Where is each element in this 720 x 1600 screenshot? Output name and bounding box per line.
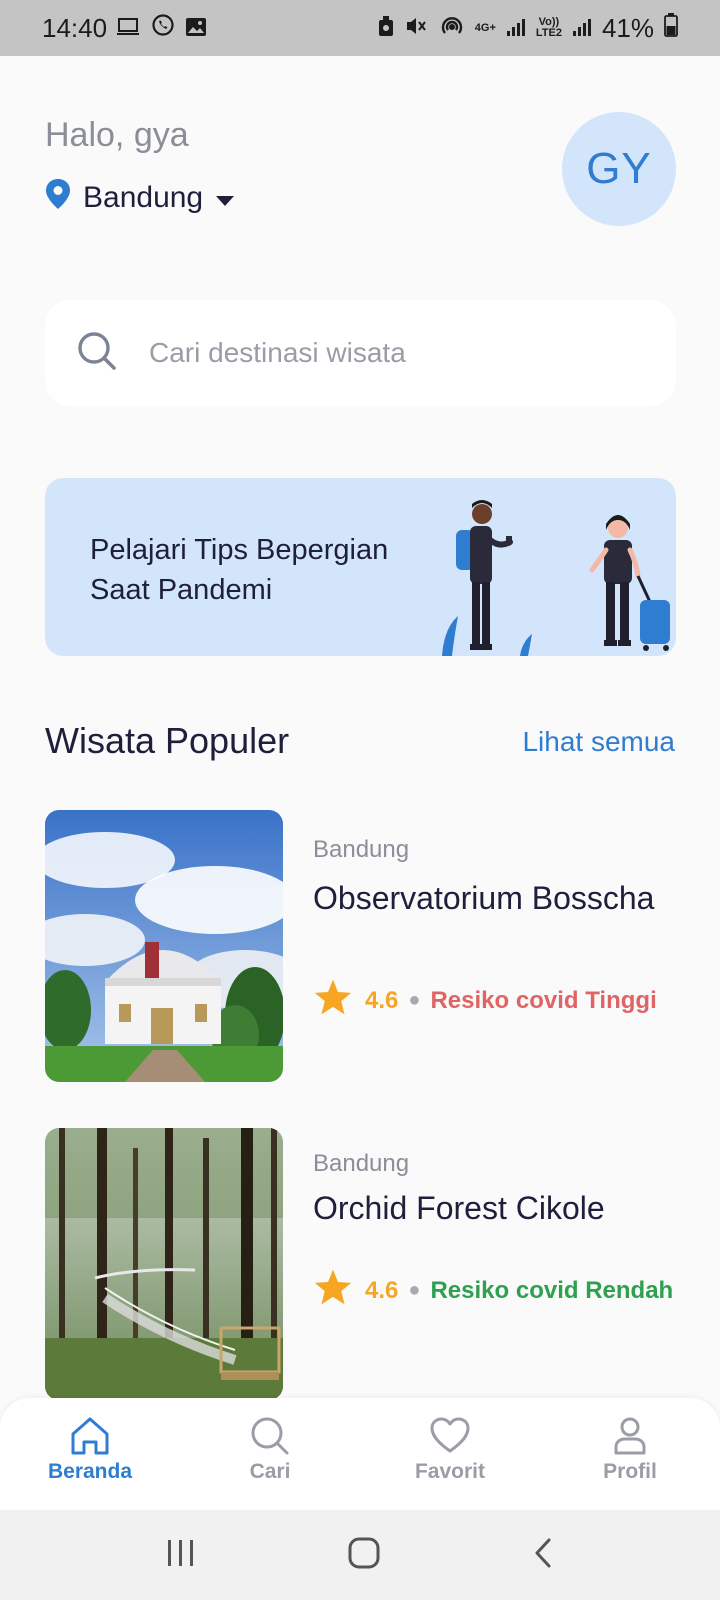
star-icon — [313, 978, 353, 1023]
bottom-navigation: Beranda Cari Favorit Profil — [0, 1398, 720, 1510]
search-icon — [77, 331, 117, 376]
signal-icon — [506, 13, 526, 44]
nav-item-beranda[interactable]: Beranda — [0, 1398, 180, 1510]
nav-item-favorit[interactable]: Favorit — [360, 1398, 540, 1510]
destination-image — [45, 1128, 283, 1400]
destination-meta: 4.6 ● Resiko covid Rendah — [313, 1268, 673, 1313]
nav-label: Cari — [249, 1460, 291, 1483]
volte-indicator: Vo)) LTE2 — [535, 16, 562, 39]
cast-icon — [117, 13, 141, 44]
destination-card[interactable]: Bandung Observatorium Bosscha 4.6 ● Resi… — [45, 810, 676, 1082]
rating-value: 4.6 — [365, 986, 399, 1014]
whatsapp-icon — [151, 13, 175, 44]
destination-card[interactable]: Bandung Orchid Forest Cikole 4.6 ● Resik… — [45, 1128, 676, 1400]
alarm-icon — [377, 13, 395, 44]
nav-item-cari[interactable]: Cari — [180, 1398, 360, 1510]
battery-icon — [664, 12, 678, 44]
nav-item-profil[interactable]: Profil — [540, 1398, 720, 1510]
system-navigation-bar — [0, 1510, 720, 1600]
covid-risk-label: Resiko covid Rendah — [430, 1276, 674, 1304]
location-selector[interactable]: Bandung — [45, 178, 235, 218]
search-icon — [251, 1417, 289, 1455]
back-icon[interactable] — [531, 1536, 555, 1575]
separator-dot: ● — [408, 989, 421, 1011]
nav-label: Profil — [603, 1460, 657, 1483]
destination-city: Bandung — [313, 836, 410, 863]
hotspot-icon — [439, 13, 465, 44]
recent-apps-icon[interactable] — [165, 1538, 197, 1573]
user-icon — [614, 1417, 646, 1455]
signal-icon-2 — [572, 13, 592, 44]
star-icon — [313, 1268, 353, 1313]
location-pin-icon — [45, 178, 71, 218]
destination-meta: 4.6 ● Resiko covid Tinggi — [313, 978, 657, 1023]
destination-city: Bandung — [313, 1150, 410, 1177]
rating-value: 4.6 — [365, 1276, 399, 1304]
search-input[interactable]: Cari destinasi wisata — [45, 300, 676, 406]
nav-label: Beranda — [47, 1460, 133, 1483]
see-all-link[interactable]: Lihat semua — [522, 726, 675, 758]
tips-banner[interactable]: Pelajari Tips Bepergian Saat Pandemi — [45, 478, 676, 656]
network-type: 4G+ — [474, 21, 496, 34]
gallery-icon — [185, 13, 207, 44]
greeting-text: Halo, gya — [45, 116, 189, 154]
battery-percent: 41% — [601, 12, 654, 43]
caret-down-icon — [215, 181, 235, 215]
heart-icon — [430, 1417, 470, 1453]
travelers-illustration — [442, 500, 670, 656]
destination-name: Orchid Forest Cikole — [313, 1190, 605, 1226]
covid-risk-label: Resiko covid Tinggi — [430, 986, 657, 1014]
separator-dot: ● — [408, 1279, 421, 1301]
location-label: Bandung — [83, 181, 204, 214]
home-icon — [71, 1417, 109, 1455]
status-bar: 14:40 4G+ Vo)) LTE2 41% — [0, 0, 720, 56]
avatar[interactable]: GY — [562, 112, 676, 226]
destination-name: Observatorium Bosscha — [313, 880, 655, 916]
avatar-initials: GY — [586, 144, 652, 193]
nav-label: Favorit — [414, 1460, 485, 1483]
mute-icon — [405, 13, 429, 44]
search-placeholder: Cari destinasi wisata — [149, 337, 406, 368]
popular-section-title: Wisata Populer — [45, 720, 290, 761]
destination-image — [45, 810, 283, 1082]
home-button-icon[interactable] — [347, 1536, 381, 1575]
banner-text: Pelajari Tips Bepergian Saat Pandemi — [90, 534, 389, 606]
status-time: 14:40 — [42, 12, 108, 43]
